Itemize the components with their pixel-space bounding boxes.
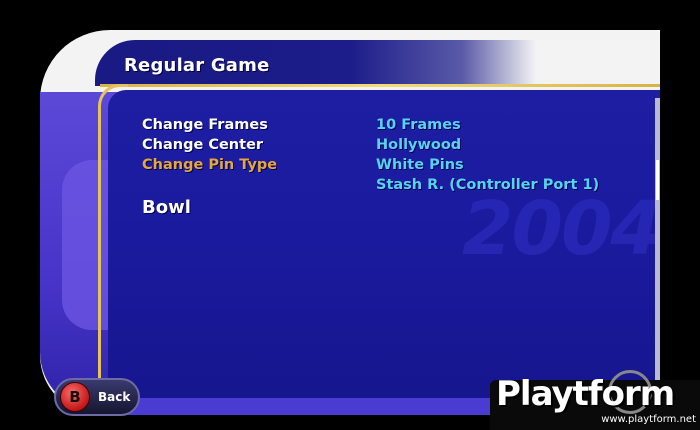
screen-title: Regular Game <box>124 55 270 76</box>
back-button[interactable]: B Back <box>54 378 140 416</box>
value-center: Hollywood <box>376 137 462 153</box>
logo-url: www.playtform.net <box>601 414 696 425</box>
game-menu-screen: Regular Game 2004 Change Frames Change C… <box>0 0 700 430</box>
logo-text: Playtform <box>496 374 675 414</box>
year-watermark: 2004 <box>462 186 662 272</box>
gold-trim-curve <box>98 84 128 404</box>
value-frames: 10 Frames <box>376 117 461 133</box>
bowl-button[interactable]: Bowl <box>142 197 191 218</box>
gold-trim-line <box>100 84 660 87</box>
back-label: Back <box>98 390 131 404</box>
value-pin-type: White Pins <box>376 157 464 173</box>
menu-item-change-pin-type[interactable]: Change Pin Type <box>142 155 277 175</box>
menu-item-change-frames[interactable]: Change Frames <box>142 115 277 135</box>
scrollbar-thumb[interactable] <box>656 160 659 200</box>
b-button-icon: B <box>60 382 90 412</box>
scrollbar-track[interactable] <box>655 98 660 398</box>
menu-item-change-center[interactable]: Change Center <box>142 135 277 155</box>
option-values: 10 Frames Hollywood White Pins Stash R. … <box>376 115 599 195</box>
site-logo: Playtform www.playtform.net <box>490 370 700 430</box>
value-player: Stash R. (Controller Port 1) <box>376 177 600 193</box>
options-menu: Change Frames Change Center Change Pin T… <box>142 115 277 175</box>
